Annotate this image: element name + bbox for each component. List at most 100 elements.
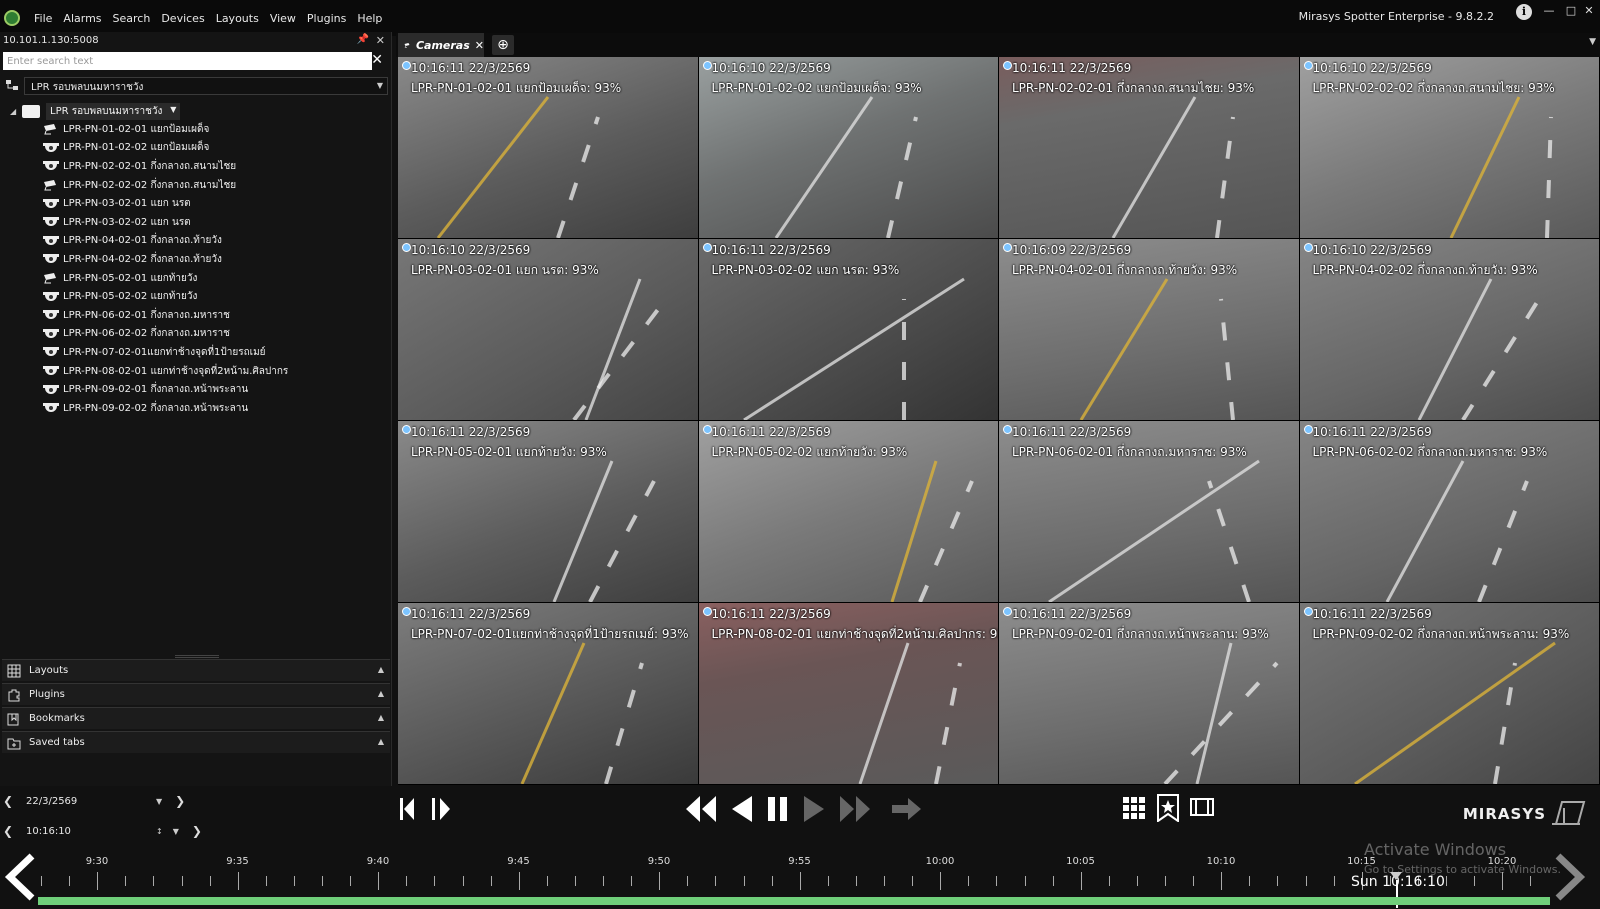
timeline-forward-icon[interactable] <box>1552 852 1588 902</box>
app-window: File Alarms Search Devices Layouts View … <box>0 0 1600 909</box>
camera-tree-label: LPR-PN-04-02-01 กึ่งกลางถ.ท้ายวัง <box>63 235 222 247</box>
collapse-triangle-icon[interactable]: ◢ <box>10 107 22 116</box>
step-back-icon[interactable] <box>400 796 424 822</box>
minimize-icon[interactable]: — <box>1542 4 1556 18</box>
tab-menu-icon[interactable]: ▼ <box>1589 37 1596 47</box>
device-panel: 10.101.1.130:5008 📌 ✕ ✕ LPR รอบพลบนมหารา… <box>0 32 392 786</box>
camera-tree-item[interactable]: LPR-PN-04-02-01 กึ่งกลางถ.ท้ายวัง <box>42 232 380 251</box>
step-forward-icon[interactable] <box>432 796 456 822</box>
camera-tree-item[interactable]: LPR-PN-06-02-02 กึ่งกลางถ.มหาราช <box>42 325 380 344</box>
add-tab-icon[interactable]: ⊕ <box>492 35 514 55</box>
camera-tile[interactable]: 10:16:11 22/3/2569 LPR-PN-06-02-02 กึ่งกล… <box>1299 421 1599 602</box>
camera-timestamp: 10:16:10 22/3/2569 <box>411 243 531 257</box>
accordion-layouts[interactable]: Layouts ▲ <box>2 659 390 681</box>
pause-icon[interactable] <box>766 794 790 824</box>
camera-tile[interactable]: 10:16:10 22/3/2569 LPR-PN-02-02-02 กึ่งกล… <box>1299 57 1599 238</box>
camera-tree-item[interactable]: LPR-PN-09-02-01 กึ่งกลางถ.หน้าพระลาน <box>42 380 380 399</box>
camera-grid: 10:16:11 22/3/2569 LPR-PN-01-02-01 แยกป้อ… <box>398 57 1600 785</box>
recording-bar[interactable] <box>38 897 1550 905</box>
accordion-saved-tabs[interactable]: Saved tabs ▲ <box>2 731 390 753</box>
menu-layouts[interactable]: Layouts <box>216 12 259 25</box>
timeline-cursor-handle[interactable] <box>1390 872 1402 880</box>
timeline[interactable]: Activate Windows Go to Settings to activ… <box>0 840 1600 909</box>
timeline-tick <box>1193 876 1195 886</box>
play-backward-icon[interactable] <box>730 794 754 824</box>
camera-timestamp: 10:16:11 22/3/2569 <box>1312 425 1432 439</box>
camera-tile[interactable]: 10:16:11 22/3/2569 LPR-PN-07-02-01แยกท่าช… <box>398 603 698 784</box>
camera-tree-item[interactable]: LPR-PN-01-02-02 แยกป้อมเผด็จ <box>42 139 380 158</box>
app-logo-icon[interactable] <box>4 10 20 26</box>
grid-layout-icon[interactable] <box>1122 796 1146 820</box>
go-live-icon[interactable] <box>890 794 924 824</box>
camera-tree-item[interactable]: LPR-PN-02-02-02 กึ่งกลางถ.สนามไชย <box>42 176 380 195</box>
menu-search[interactable]: Search <box>113 12 151 25</box>
chevron-down-icon[interactable]: ▼ <box>173 827 179 836</box>
prev-day-icon[interactable]: ❮ <box>0 794 16 808</box>
menu-devices[interactable]: Devices <box>161 12 204 25</box>
camera-tree-item[interactable]: LPR-PN-01-02-01 แยกป้อมเผด็จ <box>42 120 380 139</box>
camera-tree-item[interactable]: LPR-PN-04-02-02 กึ่งกลางถ.ท้ายวัง <box>42 250 380 269</box>
camera-tile[interactable]: 10:16:11 22/3/2569 LPR-PN-06-02-01 กึ่งกล… <box>999 421 1299 602</box>
spin-arrows-icon[interactable]: ↕ <box>156 827 163 836</box>
camera-tree-item[interactable]: LPR-PN-06-02-01 กึ่งกลางถ.มหาราช <box>42 306 380 325</box>
close-window-icon[interactable]: ✕ <box>1582 4 1596 18</box>
fast-forward-icon[interactable] <box>838 794 872 824</box>
camera-tile[interactable]: 10:16:11 22/3/2569 LPR-PN-03-02-02 แยก นร… <box>698 239 998 420</box>
clear-search-icon[interactable]: ✕ <box>371 52 383 68</box>
time-value[interactable]: 10:16:10 <box>26 826 146 837</box>
status-dot <box>402 243 411 252</box>
camera-tree-item[interactable]: LPR-PN-03-02-02 แยก นรต <box>42 213 380 232</box>
date-value[interactable]: 22/3/2569 <box>26 796 146 807</box>
info-icon[interactable]: i <box>1516 4 1532 20</box>
camera-tile[interactable]: 10:16:11 22/3/2569 LPR-PN-08-02-01 แยกท่า… <box>698 603 998 784</box>
camera-tree-item[interactable]: LPR-PN-07-02-01แยกท่าช้างจุดที่1ป้ายรถเม… <box>42 343 380 362</box>
camera-tile[interactable]: 10:16:10 22/3/2569 LPR-PN-03-02-01 แยก นร… <box>398 239 698 420</box>
maximize-icon[interactable]: □ <box>1564 4 1578 18</box>
splitter-handle[interactable] <box>175 655 219 658</box>
menu-plugins[interactable]: Plugins <box>307 12 346 25</box>
camera-tile[interactable]: 10:16:10 22/3/2569 LPR-PN-01-02-02 แยกป้อ… <box>698 57 998 238</box>
accordion-bookmarks[interactable]: Bookmarks ▲ <box>2 707 390 729</box>
menu-file[interactable]: File <box>34 12 52 25</box>
camera-tile[interactable]: 10:16:11 22/3/2569 LPR-PN-09-02-01 กึ่งกล… <box>999 603 1299 784</box>
tab-cameras[interactable]: Cameras ✕ <box>398 33 484 57</box>
pin-icon[interactable]: 📌 <box>357 34 369 45</box>
rewind-icon[interactable] <box>684 794 718 824</box>
camera-tree-item[interactable]: LPR-PN-05-02-02 แยกท้ายวัง <box>42 287 380 306</box>
chevron-down-icon[interactable]: ▼ <box>156 797 162 806</box>
camera-name: LPR-PN-09-02-02 กึ่งกลางถ.หน้าพระลาน: 93… <box>1312 627 1570 641</box>
camera-tile[interactable]: 10:16:10 22/3/2569 LPR-PN-04-02-02 กึ่งกล… <box>1299 239 1599 420</box>
camera-tile[interactable]: 10:16:09 22/3/2569 LPR-PN-04-02-01 กึ่งกล… <box>999 239 1299 420</box>
camera-tile[interactable]: 10:16:11 22/3/2569 LPR-PN-01-02-01 แยกป้อ… <box>398 57 698 238</box>
menu-help[interactable]: Help <box>357 12 382 25</box>
panel-close-icon[interactable]: ✕ <box>376 34 385 47</box>
prev-time-icon[interactable]: ❮ <box>0 824 16 838</box>
camera-tile[interactable]: 10:16:11 22/3/2569 LPR-PN-02-02-01 กึ่งกล… <box>999 57 1299 238</box>
camera-tree-label: LPR-PN-07-02-01แยกท่าช้างจุดที่1ป้ายรถเม… <box>63 346 266 358</box>
search-input[interactable] <box>3 52 372 70</box>
time-picker: ❮ 10:16:10 ↕ ▼ ❯ <box>0 820 392 842</box>
timeline-tick <box>378 872 380 890</box>
tree-view-icon[interactable] <box>5 79 19 93</box>
camera-tree-item[interactable]: LPR-PN-03-02-01 แยก นรต <box>42 194 380 213</box>
tree-root-folder[interactable]: ◢ LPR รอบพลบนมหาราชวัง ▼ <box>10 102 380 120</box>
camera-tile[interactable]: 10:16:11 22/3/2569 LPR-PN-05-02-02 แยกท้า… <box>698 421 998 602</box>
accordion-plugins[interactable]: Plugins ▲ <box>2 683 390 705</box>
next-time-icon[interactable]: ❯ <box>189 824 205 838</box>
camera-tree-item[interactable]: LPR-PN-08-02-01 แยกท่าช้างจุดที่2หน้าม.ศ… <box>42 362 380 381</box>
menu-view[interactable]: View <box>270 12 296 25</box>
play-icon[interactable] <box>802 794 826 824</box>
next-day-icon[interactable]: ❯ <box>172 794 188 808</box>
camera-tile[interactable]: 10:16:11 22/3/2569 LPR-PN-09-02-02 กึ่งกล… <box>1299 603 1599 784</box>
timeline-tick <box>125 876 127 886</box>
camera-tree-item[interactable]: LPR-PN-05-02-01 แยกท้ายวัง <box>42 269 380 288</box>
menu-alarms[interactable]: Alarms <box>63 12 101 25</box>
camera-tile[interactable]: 10:16:11 22/3/2569 LPR-PN-05-02-01 แยกท้า… <box>398 421 698 602</box>
single-view-icon[interactable] <box>1190 796 1214 820</box>
camera-tree-item[interactable]: LPR-PN-02-02-01 กึ่งกลางถ.สนามไชย <box>42 157 380 176</box>
camera-group-select[interactable]: LPR รอบพลบนมหาราชวัง ▼ <box>24 77 388 95</box>
close-tab-icon[interactable]: ✕ <box>475 39 484 52</box>
timeline-back-icon[interactable] <box>2 852 38 902</box>
camera-tree-item[interactable]: LPR-PN-09-02-02 กึ่งกลางถ.หน้าพระลาน <box>42 399 380 418</box>
bookmark-star-icon[interactable] <box>1156 794 1180 822</box>
